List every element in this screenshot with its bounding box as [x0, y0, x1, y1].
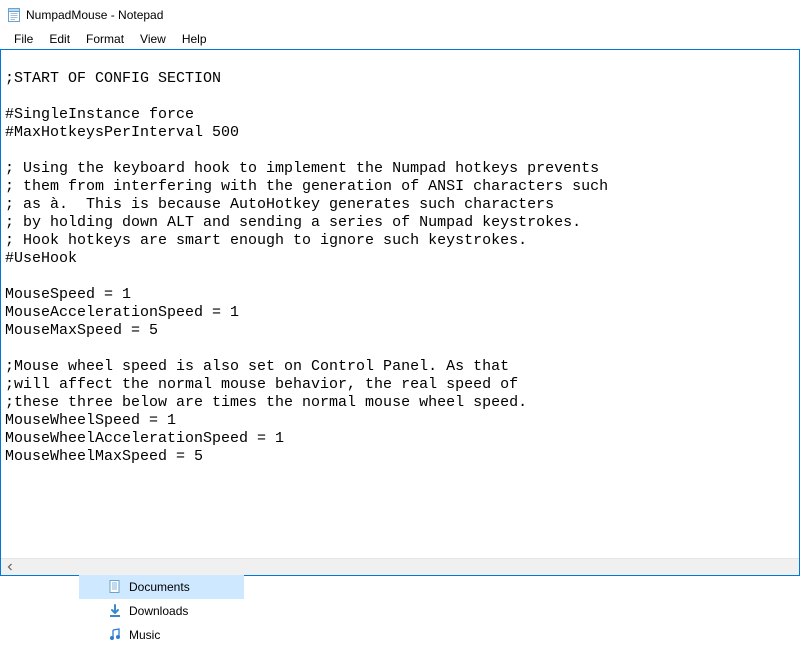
explorer-nav-documents[interactable]: Documents	[79, 575, 244, 599]
downloads-icon	[107, 603, 123, 619]
window-title: NumpadMouse - Notepad	[26, 8, 163, 22]
music-icon	[107, 627, 123, 643]
menubar: File Edit Format View Help	[0, 29, 800, 49]
explorer-nav-panel: Documents Downloads Music	[79, 575, 244, 655]
menu-help[interactable]: Help	[174, 30, 215, 48]
menu-edit[interactable]: Edit	[41, 30, 78, 48]
explorer-nav-label: Music	[129, 628, 160, 642]
documents-icon	[107, 579, 123, 595]
menu-view[interactable]: View	[132, 30, 174, 48]
text-editor[interactable]: ;START OF CONFIG SECTION #SingleInstance…	[1, 50, 799, 558]
scroll-left-icon[interactable]	[1, 559, 18, 576]
explorer-nav-label: Documents	[129, 580, 190, 594]
notepad-app-icon	[6, 7, 22, 23]
titlebar[interactable]: NumpadMouse - Notepad	[0, 0, 800, 29]
explorer-nav-downloads[interactable]: Downloads	[79, 599, 244, 623]
menu-format[interactable]: Format	[78, 30, 132, 48]
horizontal-scrollbar[interactable]	[1, 558, 799, 575]
notepad-window: NumpadMouse - Notepad File Edit Format V…	[0, 0, 800, 576]
explorer-nav-label: Downloads	[129, 604, 188, 618]
editor-frame: ;START OF CONFIG SECTION #SingleInstance…	[0, 49, 800, 576]
menu-file[interactable]: File	[6, 30, 41, 48]
explorer-nav-music[interactable]: Music	[79, 623, 244, 647]
